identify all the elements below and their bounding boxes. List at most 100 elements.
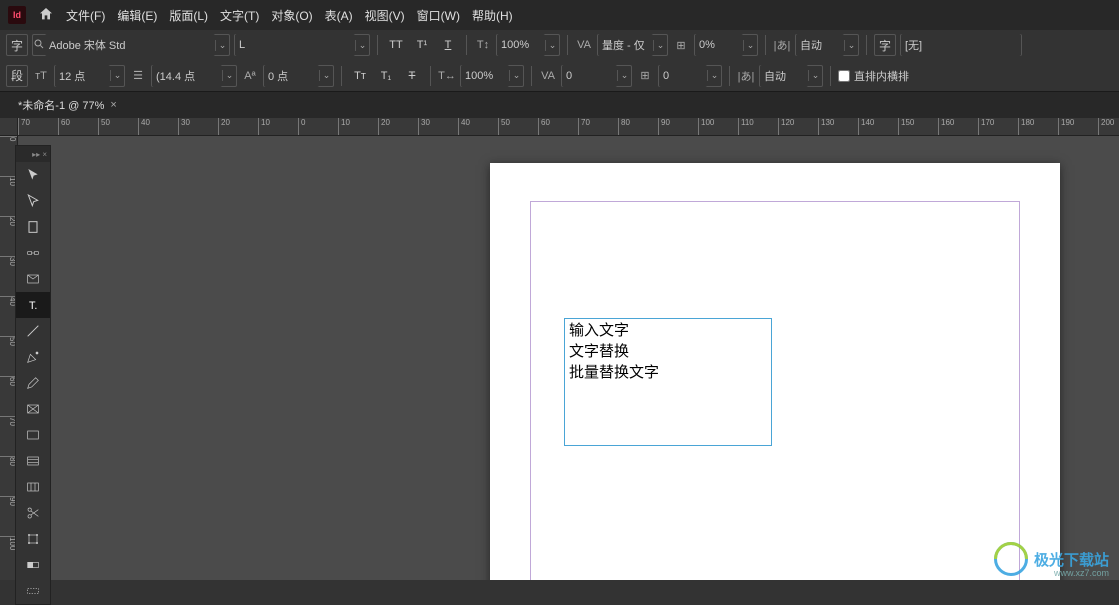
ruler-tick: 30 <box>418 118 458 135</box>
aki2-icon: ⊞ <box>636 67 654 85</box>
kerning-input[interactable] <box>598 34 653 56</box>
menu-window[interactable]: 窗口(W) <box>417 7 460 24</box>
menu-layout[interactable]: 版面(L) <box>169 7 208 24</box>
hscale-input[interactable] <box>461 65 509 87</box>
opacity2-dropdown[interactable]: ⌄ <box>658 65 722 87</box>
leading-input[interactable] <box>152 65 222 87</box>
font-family-dropdown[interactable]: ⌄ <box>32 34 230 56</box>
close-icon[interactable]: × <box>110 99 116 111</box>
ruler-tick: 50 <box>98 118 138 135</box>
chevron-down-icon[interactable]: ⌄ <box>844 40 858 51</box>
lang1-dropdown[interactable]: ⌄ <box>795 34 859 56</box>
font-size-icon: тT <box>32 67 50 85</box>
baseline-input[interactable] <box>264 65 319 87</box>
canvas[interactable]: 70 60 50 40 30 20 10 0 10 20 30 40 50 60… <box>0 118 1119 580</box>
kerning-dropdown[interactable]: ⌄ <box>597 34 668 56</box>
vertical-grid-tool-icon[interactable] <box>16 474 50 500</box>
rectangle-frame-tool-icon[interactable] <box>16 396 50 422</box>
horizontal-ruler[interactable]: 70 60 50 40 30 20 10 0 10 20 30 40 50 60… <box>18 118 1119 136</box>
hscale-dropdown[interactable]: ⌄ <box>460 65 524 87</box>
panel-drag-icon[interactable]: ▸▸ × <box>16 146 50 162</box>
chevron-down-icon[interactable]: ⌄ <box>743 40 757 51</box>
vscale-dropdown[interactable]: ⌄ <box>496 34 560 56</box>
menu-file[interactable]: 文件(F) <box>66 7 105 24</box>
underline-icon[interactable]: T <box>437 34 459 56</box>
free-transform-tool-icon[interactable] <box>16 526 50 552</box>
content-collector-tool-icon[interactable] <box>16 266 50 292</box>
chevron-down-icon[interactable]: ⌄ <box>509 70 523 81</box>
ruler-tick: 80 <box>618 118 658 135</box>
chevron-down-icon[interactable]: ⌄ <box>617 70 631 81</box>
chevron-down-icon[interactable]: ⌄ <box>707 70 721 81</box>
strikethrough-icon[interactable]: T <box>401 65 423 87</box>
chevron-down-icon[interactable]: ⌄ <box>319 70 333 81</box>
vertical-in-horizontal-checkbox[interactable]: 直排内横排 <box>838 68 909 84</box>
superscript-icon[interactable]: T¹ <box>411 34 433 56</box>
vscale-input[interactable] <box>497 34 545 56</box>
menu-view[interactable]: 视图(V) <box>365 7 405 24</box>
baseline-dropdown[interactable]: ⌄ <box>263 65 334 87</box>
lang1-input[interactable] <box>796 34 844 56</box>
horizontal-grid-tool-icon[interactable] <box>16 448 50 474</box>
ruler-tick: 40 <box>138 118 178 135</box>
ruler-corner[interactable] <box>0 118 18 136</box>
direct-selection-tool-icon[interactable] <box>16 188 50 214</box>
ruler-tick: 90 <box>658 118 698 135</box>
ruler-tick: 60 <box>58 118 98 135</box>
menu-edit[interactable]: 编辑(E) <box>117 7 157 24</box>
char-style-input[interactable] <box>901 34 1021 56</box>
opacity1-dropdown[interactable]: ⌄ <box>694 34 758 56</box>
menu-object[interactable]: 对象(O) <box>271 7 312 24</box>
scissors-tool-icon[interactable] <box>16 500 50 526</box>
chevron-down-icon[interactable]: ⌄ <box>545 40 559 51</box>
font-size-input[interactable] <box>55 65 110 87</box>
paragraph-mode-toggle[interactable]: 段 <box>6 65 28 87</box>
chevron-down-icon[interactable]: ⌄ <box>808 70 822 81</box>
document-tab[interactable]: *未命名-1 @ 77% × <box>10 92 125 118</box>
type-tool-icon[interactable]: T. <box>16 292 50 318</box>
character-mode-toggle[interactable]: 字 <box>6 34 28 56</box>
rectangle-tool-icon[interactable] <box>16 422 50 448</box>
lang2-icon: |あ| <box>737 67 755 85</box>
opacity2-input[interactable] <box>659 65 707 87</box>
chevron-down-icon[interactable]: ⌄ <box>215 40 229 51</box>
opacity1-input[interactable] <box>695 34 743 56</box>
chevron-down-icon[interactable]: ⌄ <box>653 40 667 51</box>
chevron-down-icon[interactable]: ⌄ <box>355 40 369 51</box>
gradient-feather-tool-icon[interactable] <box>16 578 50 604</box>
ruler-tick: 170 <box>978 118 1018 135</box>
ruler-tick: 50 <box>498 118 538 135</box>
menu-type[interactable]: 文字(T) <box>220 7 259 24</box>
subscript-icon[interactable]: T₁ <box>375 65 397 87</box>
menu-table[interactable]: 表(A) <box>325 7 353 24</box>
char-style-dropdown[interactable] <box>900 34 1022 56</box>
line-tool-icon[interactable] <box>16 318 50 344</box>
small-caps-icon[interactable]: Tᴛ <box>349 65 371 87</box>
font-style-input[interactable] <box>235 34 355 56</box>
all-caps-icon[interactable]: TT <box>385 34 407 56</box>
gradient-swatch-tool-icon[interactable] <box>16 552 50 578</box>
document-page[interactable]: 输入文字 文字替换 批量替换文字 <box>490 163 1060 580</box>
menu-help[interactable]: 帮助(H) <box>472 7 513 24</box>
control-row-1: 字 ⌄ ⌄ TT T¹ T T↕ ⌄ VA ⌄ ⊞ ⌄ |あ <box>0 30 1119 61</box>
chevron-down-icon[interactable]: ⌄ <box>110 70 124 81</box>
font-family-input[interactable] <box>45 34 215 56</box>
tracking-dropdown[interactable]: ⌄ <box>561 65 632 87</box>
gap-tool-icon[interactable] <box>16 240 50 266</box>
leading-dropdown[interactable]: ⌄ <box>151 65 237 87</box>
control-bar: 字 ⌄ ⌄ TT T¹ T T↕ ⌄ VA ⌄ ⊞ ⌄ |あ <box>0 30 1119 92</box>
checkbox-input[interactable] <box>838 70 850 82</box>
text-frame[interactable]: 输入文字 文字替换 批量替换文字 <box>564 318 772 446</box>
lang2-input[interactable] <box>760 65 808 87</box>
font-style-dropdown[interactable]: ⌄ <box>234 34 370 56</box>
pencil-tool-icon[interactable] <box>16 370 50 396</box>
pen-tool-icon[interactable] <box>16 344 50 370</box>
page-tool-icon[interactable] <box>16 214 50 240</box>
selection-tool-icon[interactable] <box>16 162 50 188</box>
home-icon[interactable] <box>38 6 54 25</box>
font-size-dropdown[interactable]: ⌄ <box>54 65 125 87</box>
ruler-tick: 10 <box>338 118 378 135</box>
chevron-down-icon[interactable]: ⌄ <box>222 70 236 81</box>
lang2-dropdown[interactable]: ⌄ <box>759 65 823 87</box>
tracking-input[interactable] <box>562 65 617 87</box>
